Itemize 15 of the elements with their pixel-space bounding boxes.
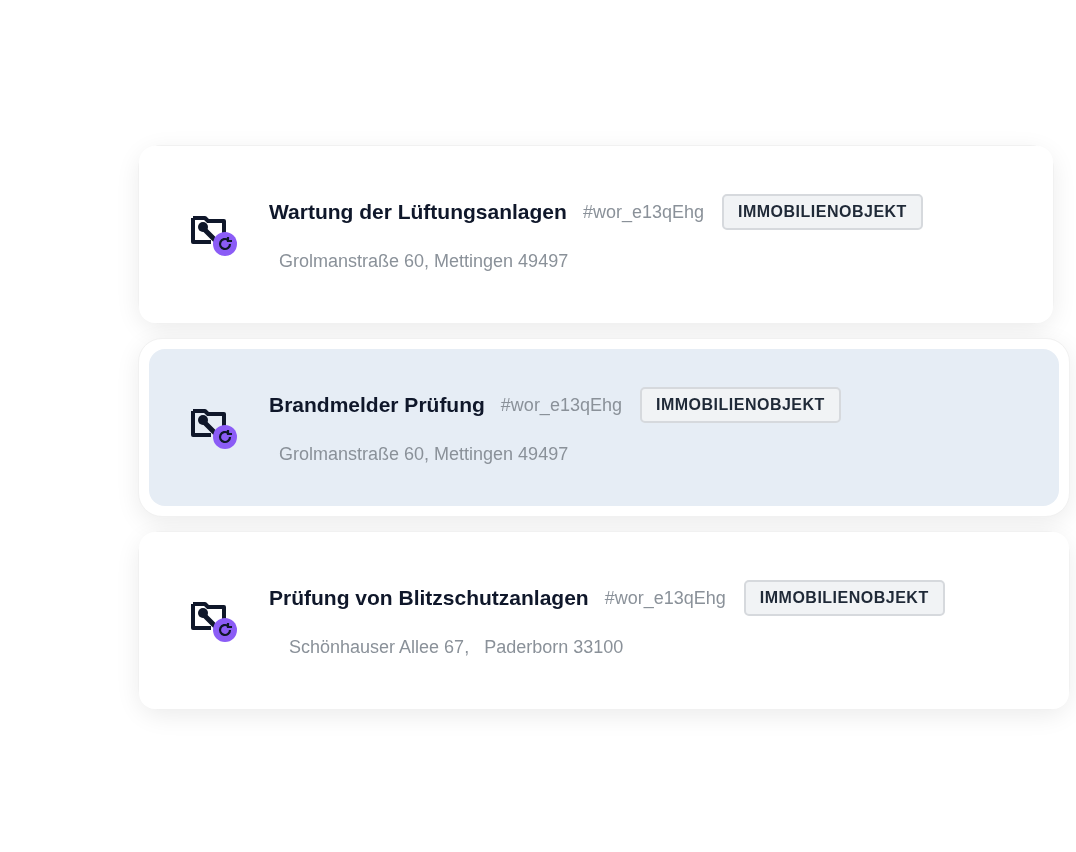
item-code: #wor_e13qEhg xyxy=(604,586,726,611)
type-tag: IMMOBILIENOBJEKT xyxy=(639,387,841,423)
item-address: Grolmanstraße 60, Mettingen 49497 xyxy=(279,250,570,273)
type-tag: IMMOBILIENOBJEKT xyxy=(743,580,945,616)
item-title: Brandmelder Prüfung xyxy=(269,392,485,419)
item-address: Schönhauser Allee 67, Paderborn 33100 xyxy=(289,636,625,659)
item-title: Wartung der Lüftungsanlagen xyxy=(269,199,567,226)
list-card[interactable]: Brandmelder Prüfung #wor_e13qEhg IMMOBILIENOBJEKT Grolmanstraße 60, Mettingen 49497 xyxy=(138,338,1070,517)
item-address: Grolmanstraße 60, Mettingen 49497 xyxy=(279,443,570,466)
list-card[interactable]: Wartung der Lüftungsanlagen #wor_e13qEhg IMMOBILIENOBJEKT Grolmanstraße 60, Mettingen 49497 xyxy=(138,145,1054,324)
item-title: Prüfung von Blitzschutzanlagen xyxy=(269,585,589,612)
list-card[interactable]: Prüfung von Blitzschutzanlagen #wor_e13qEhg IMMOBILIENOBJEKT Schönhauser Allee 67, Paderborn 33100 xyxy=(138,531,1070,710)
item-code: #wor_e13qEhg xyxy=(582,200,704,225)
type-tag: IMMOBILIENOBJEKT xyxy=(722,194,923,230)
item-code: #wor_e13qEhg xyxy=(500,393,622,418)
